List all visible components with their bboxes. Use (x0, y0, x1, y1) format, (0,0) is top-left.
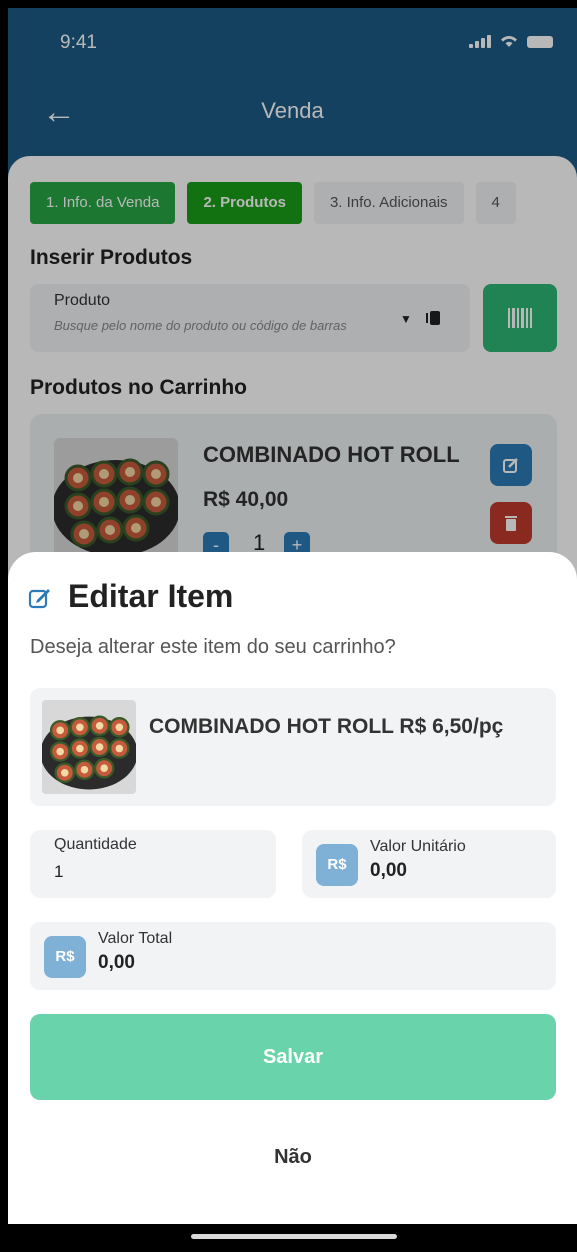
total-value-label: Valor Total (98, 930, 173, 947)
sheet-subtitle: Deseja alterar este item do seu carrinho… (30, 636, 396, 658)
edit-icon (28, 589, 50, 609)
save-button[interactable]: Salvar (30, 1014, 556, 1100)
sheet-title: Editar Item (68, 578, 234, 614)
unit-value: 0,00 (370, 860, 407, 881)
quantity-field[interactable]: Quantidade 1 (30, 830, 276, 898)
unit-value-label: Valor Unitário (370, 838, 466, 855)
cancel-button[interactable]: Não (30, 1132, 556, 1182)
currency-badge: R$ (316, 844, 358, 886)
quantity-value: 1 (54, 862, 64, 881)
app-screen: 9:41 ← Venda 1. Info. da Venda 2. Produt… (8, 8, 577, 1224)
selected-item-description: COMBINADO HOT ROLL R$ 6,50/pç (149, 715, 504, 738)
product-image (42, 700, 136, 794)
total-value-field[interactable]: R$ Valor Total 0,00 (30, 922, 556, 990)
selected-item-card: COMBINADO HOT ROLL R$ 6,50/pç (30, 688, 556, 806)
quantity-label: Quantidade (54, 836, 137, 853)
home-indicator[interactable] (191, 1234, 397, 1239)
currency-badge: R$ (44, 936, 86, 978)
edit-item-sheet: Editar Item Deseja alterar este item do … (8, 552, 577, 1224)
unit-value-field[interactable]: R$ Valor Unitário 0,00 (302, 830, 556, 898)
total-value: 0,00 (98, 952, 135, 973)
